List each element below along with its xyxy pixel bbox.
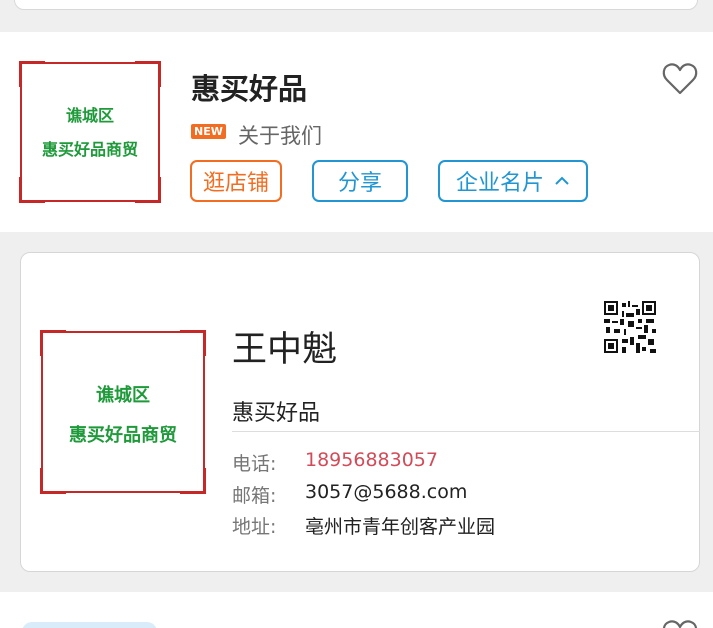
email-value: 3057@5688.com — [305, 481, 468, 503]
logo-corner — [19, 61, 45, 87]
visit-shop-label: 逛店铺 — [202, 171, 269, 196]
logo-text-line1: 谯城区 — [65, 106, 114, 125]
heart-outline-icon[interactable] — [662, 620, 698, 628]
logo-corner — [180, 330, 206, 356]
new-badge: NEW — [191, 124, 226, 139]
previous-card — [14, 0, 698, 10]
phone-row: 电话: 18956883057 — [232, 449, 438, 476]
qr-code-icon[interactable] — [604, 301, 656, 353]
email-row: 邮箱: 3057@5688.com — [232, 481, 467, 508]
logo-text-line1: 谯城区 — [96, 385, 150, 406]
share-button[interactable]: 分享 — [312, 160, 408, 202]
business-card: 谯城区 惠买好品商贸 王中魁 惠买好品 电话: 18956883057 邮箱: … — [20, 252, 700, 572]
business-card-label: 企业名片 — [455, 171, 544, 196]
share-label: 分享 — [337, 171, 382, 196]
shop-panel: 谯城区 惠买好品商贸 惠买好品 NEW 关于我们 逛店铺 分享 企业名片 — [0, 32, 713, 232]
logo-corner — [135, 177, 161, 203]
company-name: 惠买好品 — [232, 401, 321, 426]
shop-logo[interactable]: 谯城区 惠买好品商贸 — [19, 61, 161, 203]
heart-outline-icon[interactable] — [662, 62, 698, 96]
visit-shop-button[interactable]: 逛店铺 — [190, 160, 282, 202]
logo-corner — [135, 61, 161, 87]
divider — [232, 431, 700, 432]
chevron-up-icon — [555, 176, 569, 185]
next-shop-logo[interactable] — [22, 622, 157, 628]
contact-name: 王中魁 — [232, 330, 338, 370]
email-label: 邮箱: — [232, 485, 277, 507]
phone-number[interactable]: 18956883057 — [305, 449, 438, 476]
logo-text-line2: 惠买好品商贸 — [41, 140, 138, 159]
card-logo: 谯城区 惠买好品商贸 — [40, 330, 206, 494]
address-label: 地址: — [232, 516, 277, 538]
logo-corner — [40, 330, 66, 356]
logo-corner — [40, 468, 66, 494]
previous-card-edge — [0, 0, 713, 10]
logo-text-line2: 惠买好品商贸 — [69, 425, 177, 446]
logo-corner — [19, 177, 45, 203]
logo-corner — [180, 468, 206, 494]
shop-title[interactable]: 惠买好品 — [191, 66, 307, 108]
about-us-link[interactable]: 关于我们 — [238, 120, 322, 150]
phone-label: 电话: — [232, 453, 277, 475]
address-value: 亳州市青年创客产业园 — [305, 516, 496, 538]
business-card-button[interactable]: 企业名片 — [438, 160, 588, 202]
next-shop-panel — [0, 592, 713, 628]
address-row: 地址: 亳州市青年创客产业园 — [232, 512, 495, 539]
